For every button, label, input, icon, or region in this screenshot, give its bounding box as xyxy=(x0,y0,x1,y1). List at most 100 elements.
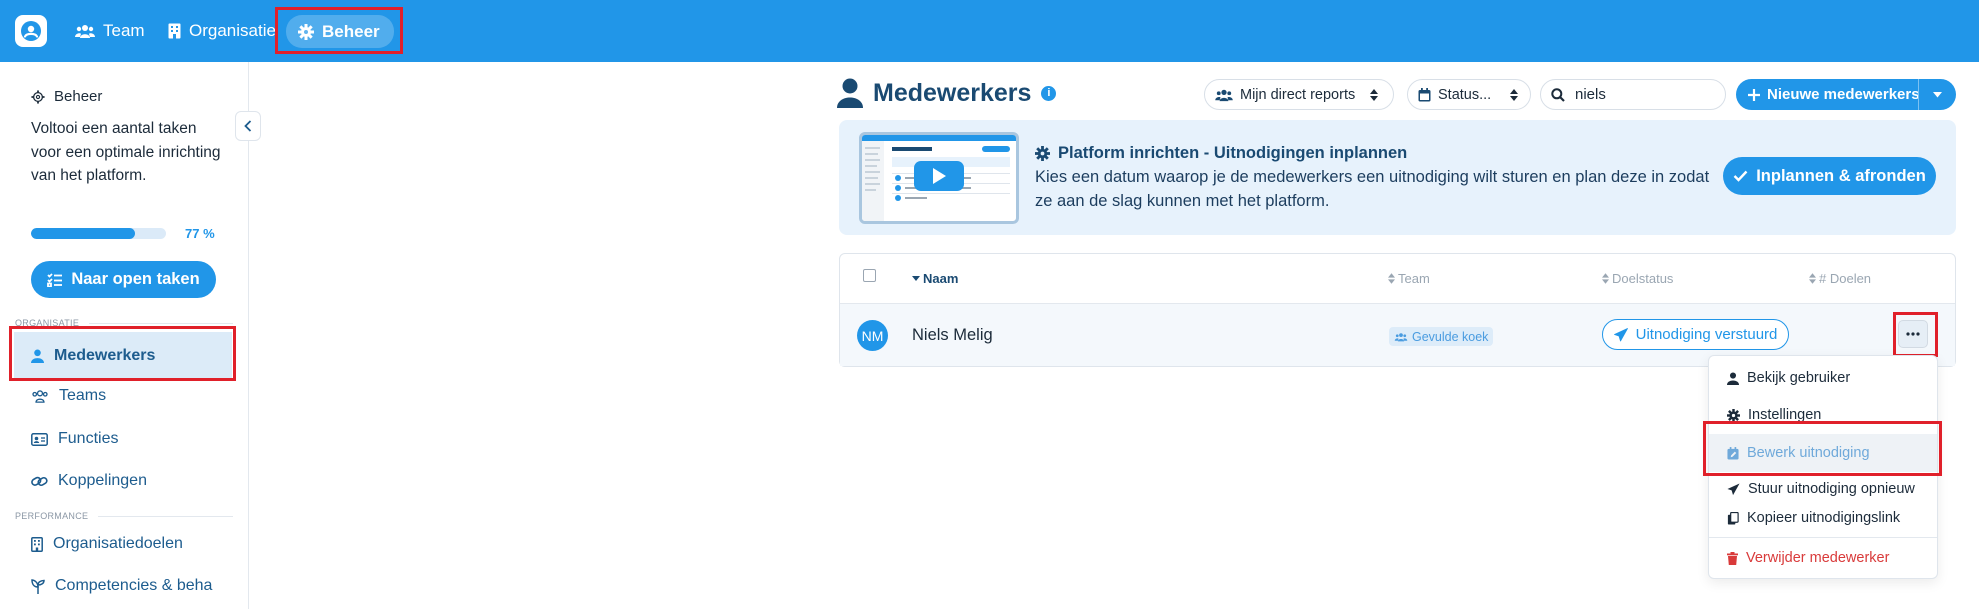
sort-icon xyxy=(1809,273,1816,284)
sidebar-item-medewerkers-label: Medewerkers xyxy=(54,346,156,364)
column-doelstatus[interactable]: Doelstatus xyxy=(1602,271,1673,286)
sidebar-item-competencies-label: Competencies & beha xyxy=(55,577,213,594)
sort-icon xyxy=(1602,273,1609,284)
row-actions-button[interactable] xyxy=(1898,320,1928,348)
search-box[interactable] xyxy=(1540,79,1726,110)
nav-beheer-label: Beheer xyxy=(322,21,380,41)
setup-banner: Platform inrichten - Uitnodigingen inpla… xyxy=(839,120,1956,235)
app-logo[interactable] xyxy=(15,15,47,47)
open-tasks-label: Naar open taken xyxy=(71,270,200,288)
gear-icon xyxy=(1035,146,1050,161)
nav-team-label: Team xyxy=(103,21,145,40)
sidebar: Beheer Voltooi een aantal taken voor een… xyxy=(0,62,249,609)
menu-item-edit-invitation[interactable]: Bewerk uitnodiging xyxy=(1709,434,1937,472)
menu-item-view-user[interactable]: Bekijk gebruiker xyxy=(1709,360,1937,396)
paper-plane-icon xyxy=(1613,327,1628,341)
open-tasks-button[interactable]: Naar open taken xyxy=(31,261,216,298)
section-performance-label: PERFORMANCE xyxy=(15,511,233,521)
column-team[interactable]: Team xyxy=(1388,271,1430,286)
menu-item-settings[interactable]: Instellingen xyxy=(1709,397,1937,433)
users-icon xyxy=(1215,89,1233,101)
copy-icon xyxy=(1727,511,1739,525)
column-team-label: Team xyxy=(1398,271,1430,286)
section-organisatie-text: ORGANISATIE xyxy=(15,318,80,328)
sidebar-item-koppelingen[interactable]: Koppelingen xyxy=(31,472,147,490)
sidebar-item-teams-label: Teams xyxy=(59,387,107,404)
setup-progress-percent: 77 % xyxy=(185,226,215,241)
setup-progress-bar xyxy=(31,228,166,239)
setup-progress-fill xyxy=(31,228,135,239)
calendar-icon xyxy=(1418,87,1431,101)
employee-name[interactable]: Niels Melig xyxy=(912,326,993,345)
logo-icon xyxy=(21,21,41,41)
avatar[interactable]: NM xyxy=(857,320,888,351)
section-organisatie-label: ORGANISATIE xyxy=(15,318,233,328)
column-doelen-label: # Doelen xyxy=(1819,271,1872,286)
new-employee-dropdown-toggle[interactable] xyxy=(1918,79,1956,110)
row-actions-menu: Bekijk gebruiker Instellingen Bewerk uit… xyxy=(1708,355,1938,579)
section-performance-text: PERFORMANCE xyxy=(15,511,89,521)
plus-icon xyxy=(1748,88,1760,101)
column-doelen[interactable]: # Doelen xyxy=(1809,271,1871,286)
sidebar-item-organisatiedoelen[interactable]: Organisatiedoelen xyxy=(31,535,183,553)
schedule-finish-label: Inplannen & afronden xyxy=(1756,166,1926,185)
menu-item-settings-label: Instellingen xyxy=(1748,407,1822,423)
banner-title-text: Platform inrichten - Uitnodigingen inpla… xyxy=(1058,144,1408,162)
calendar-edit-icon xyxy=(1727,446,1739,459)
sidebar-heading: Beheer xyxy=(31,88,102,105)
menu-item-delete-employee-label: Verwijder medewerker xyxy=(1746,550,1890,566)
nav-organisatie[interactable]: Organisatie xyxy=(168,17,276,45)
sidebar-heading-label: Beheer xyxy=(54,88,103,105)
users-icon xyxy=(32,390,48,403)
menu-item-view-user-label: Bekijk gebruiker xyxy=(1747,370,1851,386)
select-all-checkbox[interactable] xyxy=(863,269,876,282)
sort-desc-icon xyxy=(912,275,920,281)
seedling-icon xyxy=(31,578,45,594)
filter-status[interactable]: Status... xyxy=(1407,79,1531,110)
building-icon xyxy=(168,23,181,39)
column-naam[interactable]: Naam xyxy=(912,271,958,286)
sort-icon xyxy=(1388,273,1395,284)
gear-icon xyxy=(1727,408,1740,422)
table-header: Naam Team Doelstatus # Doelen xyxy=(840,254,1955,304)
top-navigation-bar: Team Organisatie Beheer xyxy=(0,0,1979,62)
sidebar-description: Voltooi een aantal taken voor een optima… xyxy=(31,120,221,184)
video-thumbnail[interactable] xyxy=(859,132,1019,224)
schedule-finish-button[interactable]: Inplannen & afronden xyxy=(1723,157,1936,195)
invitation-status-label: Uitnodiging verstuurd xyxy=(1635,326,1778,343)
banner-title: Platform inrichten - Uitnodigingen inpla… xyxy=(1035,144,1407,163)
menu-item-copy-link[interactable]: Kopieer uitnodigingslink xyxy=(1709,500,1937,536)
gear-outline-icon xyxy=(31,89,45,104)
sidebar-item-teams[interactable]: Teams xyxy=(31,387,106,405)
sidebar-collapse-button[interactable] xyxy=(235,111,261,141)
sidebar-item-functies-label: Functies xyxy=(58,430,119,447)
filter-status-label: Status... xyxy=(1438,86,1492,103)
sidebar-item-competencies[interactable]: Competencies & beha xyxy=(31,577,221,595)
new-employee-button[interactable]: Nieuwe medewerkers xyxy=(1736,79,1920,110)
check-icon xyxy=(1733,170,1748,182)
employees-table: Naam Team Doelstatus # Doelen NM Niels M… xyxy=(839,253,1956,367)
column-doelstatus-label: Doelstatus xyxy=(1612,271,1674,286)
info-icon[interactable]: i xyxy=(1041,85,1057,101)
invitation-status-badge[interactable]: Uitnodiging verstuurd xyxy=(1602,319,1789,350)
nav-team[interactable]: Team xyxy=(75,17,145,45)
caret-down-icon xyxy=(1933,91,1942,97)
sidebar-item-medewerkers[interactable]: Medewerkers xyxy=(14,332,232,379)
filter-direct-reports[interactable]: Mijn direct reports xyxy=(1204,79,1394,110)
search-input[interactable] xyxy=(1575,86,1715,103)
menu-item-copy-link-label: Kopieer uitnodigingslink xyxy=(1747,510,1901,526)
link-icon xyxy=(31,476,48,486)
sidebar-item-organisatiedoelen-label: Organisatiedoelen xyxy=(53,535,183,552)
nav-beheer[interactable]: Beheer xyxy=(286,15,394,48)
id-card-icon xyxy=(31,432,48,446)
users-icon xyxy=(75,25,95,38)
menu-item-delete-employee[interactable]: Verwijder medewerker xyxy=(1709,540,1937,576)
sidebar-item-koppelingen-label: Koppelingen xyxy=(58,472,147,489)
sort-caret-icon xyxy=(1510,88,1519,101)
team-badge[interactable]: Gevulde koek xyxy=(1389,327,1494,346)
sidebar-item-functies[interactable]: Functies xyxy=(31,430,118,448)
user-icon xyxy=(837,78,863,108)
video-preview-image xyxy=(862,135,1016,221)
menu-item-edit-invitation-label: Bewerk uitnodiging xyxy=(1747,445,1870,461)
sort-caret-icon xyxy=(1370,88,1379,101)
